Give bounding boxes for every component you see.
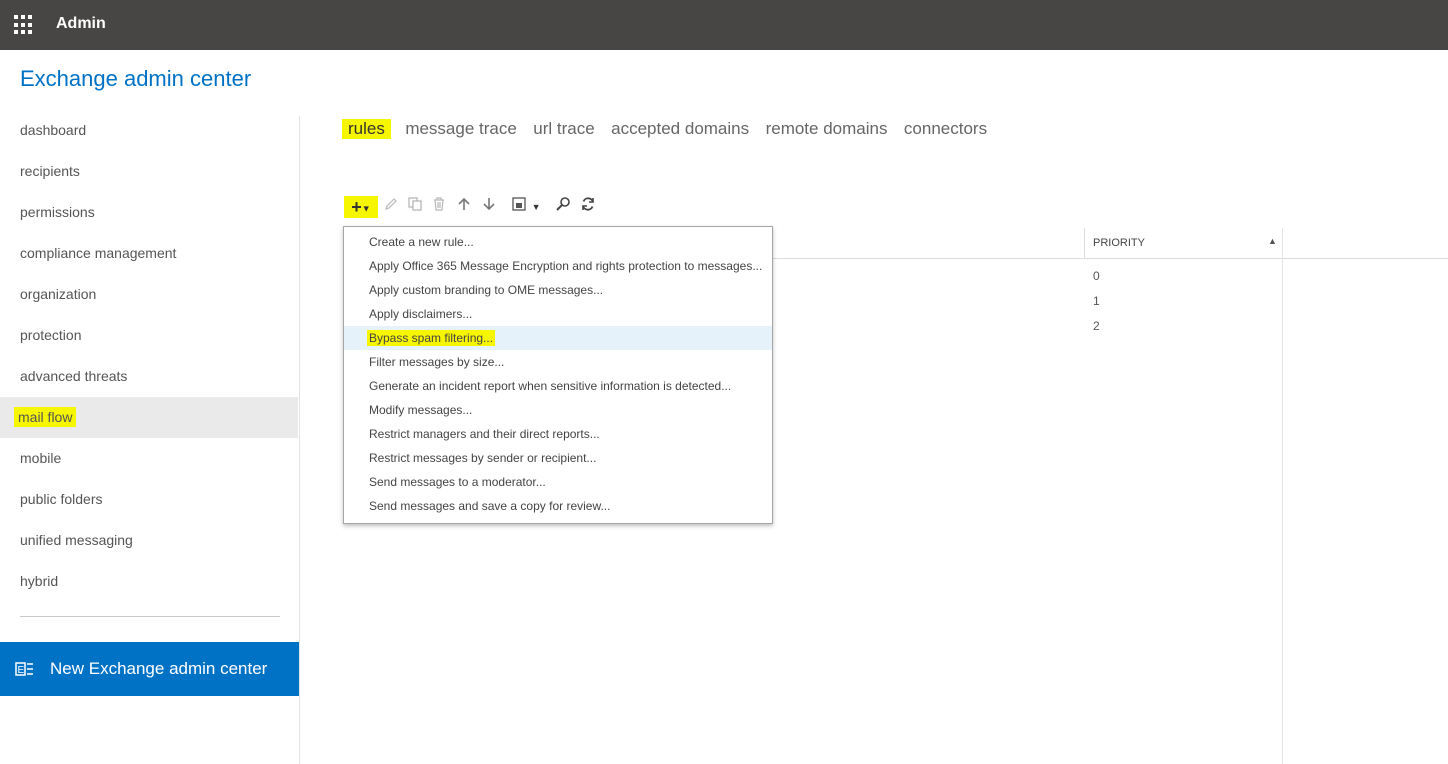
app-launcher-icon[interactable] xyxy=(14,15,34,35)
exchange-icon: E xyxy=(15,660,35,678)
sidebar-item-protection[interactable]: protection xyxy=(0,315,300,356)
search-icon xyxy=(556,197,570,211)
refresh-icon xyxy=(582,197,594,211)
priority-cell: 2 xyxy=(1093,319,1100,333)
sidebar-item-mail-flow[interactable]: mail flow xyxy=(0,397,298,438)
delete-button[interactable] xyxy=(430,196,448,218)
sidebar-item-public-folders[interactable]: public folders xyxy=(0,479,300,520)
tab-accepted-domains[interactable]: accepted domains xyxy=(611,119,749,139)
column-separator xyxy=(1282,228,1283,764)
sidebar-item-mobile[interactable]: mobile xyxy=(0,438,300,479)
add-button[interactable]: +▼ xyxy=(344,196,378,218)
move-up-button[interactable] xyxy=(455,196,473,218)
page-title: Exchange admin center xyxy=(20,66,252,91)
new-eac-label: New Exchange admin center xyxy=(50,659,268,678)
header-title[interactable]: Admin xyxy=(56,15,106,33)
sidebar-separator xyxy=(299,116,300,764)
menu-item-send-and-save-copy[interactable]: Send messages and save a copy for review… xyxy=(344,494,772,518)
menu-item-restrict-sender-recipient[interactable]: Restrict messages by sender or recipient… xyxy=(344,446,772,470)
sidebar-item-compliance-management[interactable]: compliance management xyxy=(0,233,300,274)
sidebar-item-advanced-threats[interactable]: advanced threats xyxy=(0,356,300,397)
svg-text:E: E xyxy=(18,665,25,676)
move-down-button[interactable] xyxy=(480,196,498,218)
menu-item-apply-disclaimers[interactable]: Apply disclaimers... xyxy=(344,302,772,326)
add-icon: + xyxy=(351,197,362,217)
edit-button[interactable] xyxy=(382,196,400,218)
export-button[interactable]: ▼ xyxy=(510,196,542,218)
sidebar-item-label-highlight: mail flow xyxy=(14,407,77,427)
sidebar-nav: dashboard recipients permissions complia… xyxy=(0,110,300,602)
menu-item-incident-report[interactable]: Generate an incident report when sensiti… xyxy=(344,374,772,398)
chevron-down-icon: ▼ xyxy=(531,202,541,212)
menu-item-filter-by-size[interactable]: Filter messages by size... xyxy=(344,350,772,374)
menu-item-create-new-rule[interactable]: Create a new rule... xyxy=(344,230,772,254)
copy-button[interactable] xyxy=(406,196,424,218)
menu-item-bypass-spam-filtering[interactable]: Bypass spam filtering... xyxy=(344,326,772,350)
sidebar-item-permissions[interactable]: permissions xyxy=(0,192,300,233)
move-up-icon xyxy=(458,197,470,210)
sidebar-item-hybrid[interactable]: hybrid xyxy=(0,561,300,602)
move-down-icon xyxy=(483,198,495,211)
export-icon xyxy=(512,197,527,211)
new-eac-button[interactable]: E New Exchange admin center xyxy=(0,642,300,696)
priority-cell: 1 xyxy=(1093,294,1100,308)
menu-item-send-to-moderator[interactable]: Send messages to a moderator... xyxy=(344,470,772,494)
menu-item-apply-ome[interactable]: Apply Office 365 Message Encryption and … xyxy=(344,254,772,278)
edit-icon xyxy=(384,198,397,211)
search-button[interactable] xyxy=(554,196,572,218)
sidebar-item-dashboard[interactable]: dashboard xyxy=(0,110,300,151)
sort-ascending-icon[interactable]: ▲ xyxy=(1268,236,1277,246)
tab-rules[interactable]: rules xyxy=(342,119,391,139)
column-separator xyxy=(1084,228,1085,258)
delete-icon xyxy=(434,197,444,211)
sidebar-divider xyxy=(20,616,280,617)
tab-remote-domains[interactable]: remote domains xyxy=(766,119,888,139)
tab-bar: rules message trace url trace accepted d… xyxy=(342,119,999,139)
tab-message-trace[interactable]: message trace xyxy=(405,119,517,139)
sidebar-item-unified-messaging[interactable]: unified messaging xyxy=(0,520,300,561)
sidebar-item-organization[interactable]: organization xyxy=(0,274,300,315)
chevron-down-icon: ▼ xyxy=(361,203,371,214)
sidebar-item-recipients[interactable]: recipients xyxy=(0,151,300,192)
tab-connectors[interactable]: connectors xyxy=(904,119,987,139)
refresh-button[interactable] xyxy=(579,196,597,218)
menu-item-label-highlight: Bypass spam filtering... xyxy=(367,330,496,346)
menu-item-modify-messages[interactable]: Modify messages... xyxy=(344,398,772,422)
menu-item-ome-branding[interactable]: Apply custom branding to OME messages... xyxy=(344,278,772,302)
new-rule-dropdown-menu: Create a new rule... Apply Office 365 Me… xyxy=(343,226,773,524)
priority-column-header[interactable]: PRIORITY xyxy=(1093,237,1145,249)
copy-icon xyxy=(408,197,422,211)
top-bar: Admin xyxy=(0,0,1448,50)
priority-cell: 0 xyxy=(1093,269,1100,283)
menu-item-restrict-managers[interactable]: Restrict managers and their direct repor… xyxy=(344,422,772,446)
tab-url-trace[interactable]: url trace xyxy=(533,119,594,139)
